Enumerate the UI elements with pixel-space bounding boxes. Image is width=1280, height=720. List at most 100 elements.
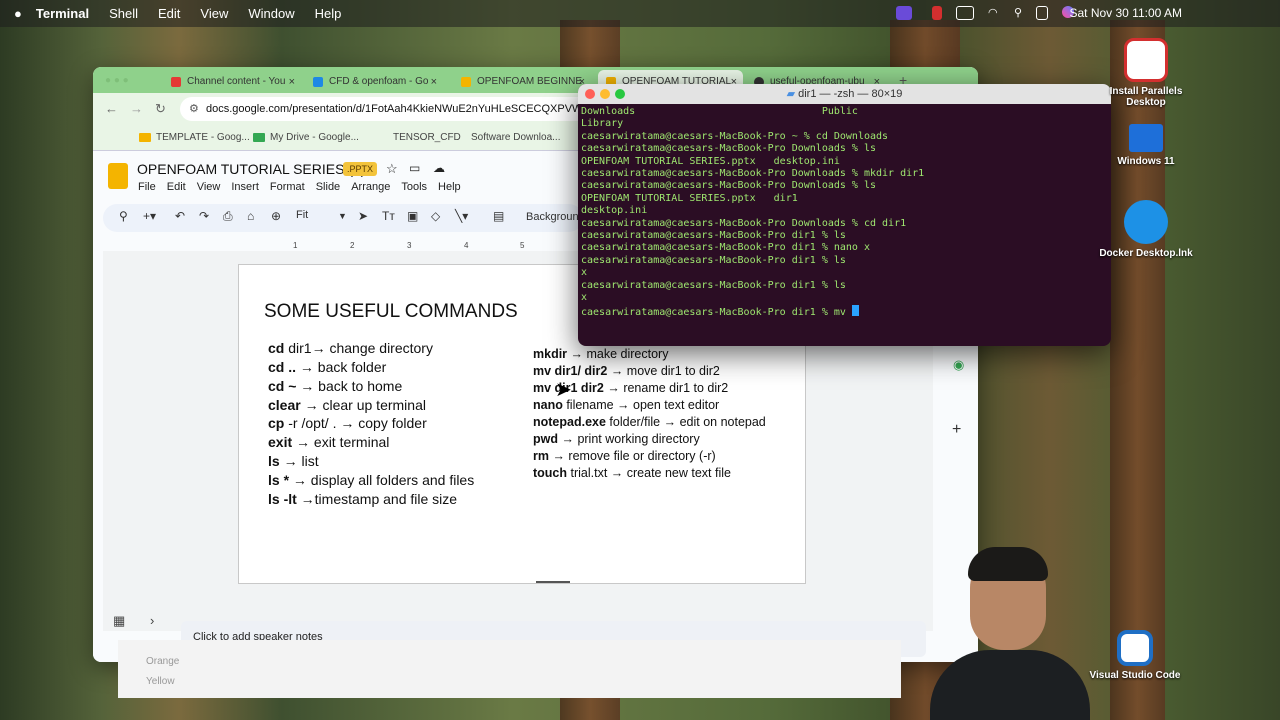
- apple-icon[interactable]: ●: [14, 6, 22, 21]
- maps-icon[interactable]: ◉: [953, 357, 964, 373]
- terminal-prompt-line[interactable]: caesarwiratama@caesars-MacBook-Pro dir1 …: [581, 304, 1106, 319]
- close-button[interactable]: [585, 89, 595, 99]
- command-row: notepad.exe folder/file → edit on notepa…: [533, 415, 766, 429]
- control-center-icon[interactable]: [1036, 6, 1048, 20]
- menu-slide[interactable]: Slide: [316, 181, 340, 193]
- menu-file[interactable]: File: [138, 181, 156, 193]
- menu-edit[interactable]: Edit: [158, 6, 180, 21]
- image-icon[interactable]: ▣: [407, 209, 418, 223]
- menu-window[interactable]: Window: [248, 6, 294, 21]
- parallels-icon: [1124, 38, 1168, 82]
- window-controls: ● ● ●: [105, 75, 129, 86]
- vscode-icon: [1117, 630, 1153, 666]
- command-row: mv dir1/ dir2 → move dir1 to dir2: [533, 364, 720, 378]
- text-box-icon[interactable]: Tт: [382, 209, 395, 223]
- mouse-pointer-icon: ➤: [555, 379, 572, 401]
- undo-icon[interactable]: ↶: [175, 209, 185, 223]
- command-row: pwd → print working directory: [533, 432, 700, 446]
- paint-format-icon[interactable]: ⌂: [247, 209, 254, 223]
- terminal-line: Downloads Public: [581, 106, 858, 117]
- bookmark-item[interactable]: TEMPLATE - Goog...: [139, 132, 250, 143]
- editing-toolbar: ⚲ +▾ ↶ ↷ ⎙ ⌂ ⊕ Fit ▼ ➤ Tт ▣ ◇ ╲▾ ▤ Backg…: [103, 204, 583, 232]
- terminal-line: caesarwiratama@caesars-MacBook-Pro dir1 …: [581, 242, 870, 254]
- screen-record-icon[interactable]: [896, 6, 912, 20]
- youtube-icon: [171, 76, 181, 87]
- star-icon[interactable]: ☆: [386, 161, 398, 177]
- tab-youtube[interactable]: Channel content - You ×: [163, 70, 301, 93]
- terminal-title: dir1 — -zsh — 80×19: [798, 88, 903, 100]
- terminal-line: caesarwiratama@caesars-MacBook-Pro dir1 …: [581, 254, 846, 266]
- parallels-icon[interactable]: [932, 6, 942, 20]
- terminal-line: x: [581, 267, 588, 279]
- menu-shell[interactable]: Shell: [109, 6, 138, 21]
- menu-help[interactable]: Help: [438, 181, 461, 193]
- document-title[interactable]: OPENFOAM TUTORIAL SERIES (2): [137, 161, 365, 177]
- presenter-body: [930, 650, 1090, 720]
- zoom-button[interactable]: [615, 89, 625, 99]
- redo-icon[interactable]: ↷: [199, 209, 209, 223]
- comment-icon[interactable]: ▤: [493, 209, 504, 223]
- terminal-line: OPENFOAM TUTORIAL SERIES.pptx dir1: [581, 192, 798, 204]
- battery-icon[interactable]: [956, 6, 974, 20]
- tab-openfoam-beginner[interactable]: OPENFOAM BEGINNE ×: [453, 70, 591, 93]
- list-item: Yellow: [146, 676, 175, 687]
- menu-arrange[interactable]: Arrange: [351, 181, 390, 193]
- menu-help[interactable]: Help: [315, 6, 342, 21]
- notes-resize-handle[interactable]: [536, 581, 570, 583]
- add-icon[interactable]: +: [952, 421, 961, 439]
- search-menus-icon[interactable]: ⚲: [119, 209, 128, 223]
- slides-logo-icon[interactable]: [108, 163, 128, 189]
- print-icon[interactable]: ⎙: [223, 209, 233, 224]
- desktop-icon-docker[interactable]: Docker Desktop.lnk: [1096, 200, 1196, 259]
- terminal-output[interactable]: Downloads Public Library caesarwiratama@ca…: [581, 106, 1106, 319]
- cloud-status-icon[interactable]: ☁: [433, 161, 445, 175]
- terminal-line: caesarwiratama@caesars-MacBook-Pro dir1 …: [581, 279, 846, 291]
- menu-edit[interactable]: Edit: [167, 181, 186, 193]
- text-cursor: [851, 304, 859, 316]
- bookmark-item[interactable]: Software Downloa...: [471, 132, 561, 143]
- select-tool-icon[interactable]: ➤: [358, 209, 368, 223]
- move-folder-icon[interactable]: ▭: [409, 161, 420, 175]
- menu-app-name[interactable]: Terminal: [36, 6, 89, 21]
- menu-tools[interactable]: Tools: [401, 181, 427, 193]
- grid-view-icon[interactable]: ▦: [113, 613, 125, 629]
- ruler-mark: 2: [350, 241, 355, 250]
- close-icon[interactable]: ×: [289, 76, 295, 88]
- search-icon[interactable]: ⚲: [1014, 6, 1030, 20]
- slide-title[interactable]: SOME USEFUL COMMANDS: [264, 301, 518, 323]
- desktop-icon-parallels[interactable]: Install Parallels Desktop: [1096, 38, 1196, 108]
- site-info-icon[interactable]: ⚙: [189, 97, 199, 121]
- terminal-window[interactable]: ▰ dir1 — -zsh — 80×19 Downloads Public Li…: [578, 84, 1111, 346]
- wifi-icon[interactable]: ◠: [988, 6, 1004, 20]
- chevron-down-icon[interactable]: ▼: [338, 211, 347, 221]
- ruler-mark: 3: [407, 241, 412, 250]
- terminal-titlebar[interactable]: ▰ dir1 — -zsh — 80×19: [578, 84, 1111, 104]
- terminal-line: caesarwiratama@caesars-MacBook-Pro Downl…: [581, 168, 925, 180]
- desktop-icon-windows[interactable]: Windows 11: [1096, 124, 1196, 167]
- menu-view[interactable]: View: [200, 6, 228, 21]
- minimize-button[interactable]: [600, 89, 610, 99]
- menu-view[interactable]: View: [197, 181, 221, 193]
- ruler-mark: 1: [293, 241, 298, 250]
- zoom-select[interactable]: Fit: [296, 209, 308, 221]
- menu-insert[interactable]: Insert: [231, 181, 259, 193]
- menu-clock[interactable]: Sat Nov 30 11:00 AM: [1069, 6, 1182, 20]
- zoom-icon[interactable]: ⊕: [271, 209, 281, 223]
- menu-format[interactable]: Format: [270, 181, 305, 193]
- line-icon[interactable]: ╲▾: [455, 209, 468, 223]
- shape-icon[interactable]: ◇: [431, 209, 440, 223]
- back-icon[interactable]: ←: [105, 101, 118, 116]
- bookmark-item[interactable]: TENSOR_CFD: [393, 132, 461, 143]
- close-icon[interactable]: ×: [431, 76, 437, 88]
- bookmark-item[interactable]: My Drive - Google...: [253, 132, 359, 143]
- chevron-right-icon[interactable]: ›: [150, 613, 154, 628]
- drive-icon: [313, 76, 323, 87]
- forward-icon[interactable]: →: [130, 101, 143, 116]
- desktop-icon-vscode[interactable]: Visual Studio Code: [1085, 630, 1185, 681]
- tab-drive[interactable]: CFD & openfoam - Go ×: [305, 70, 443, 93]
- new-slide-icon[interactable]: +▾: [143, 209, 156, 223]
- folder-icon: ▰: [786, 88, 799, 100]
- ruler-mark: 4: [464, 241, 469, 250]
- background-button[interactable]: Backgroun: [526, 211, 579, 223]
- reload-icon[interactable]: ↻: [155, 101, 166, 117]
